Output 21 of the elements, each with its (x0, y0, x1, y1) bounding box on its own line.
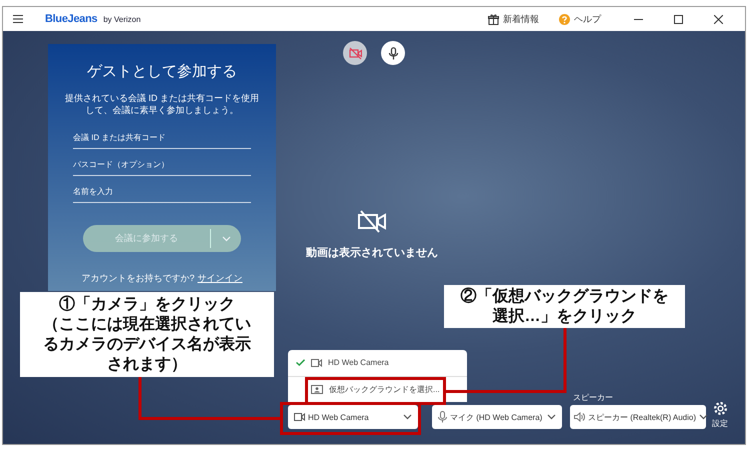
news-link[interactable]: 新着情報 (488, 12, 539, 26)
input-field[interactable]: パスコード（オプション） (73, 153, 251, 176)
sign-in-link[interactable]: サインイン (198, 272, 242, 286)
logo-tagline: by Verizon (103, 14, 141, 24)
camera-option[interactable]: HD Web Camera (288, 350, 467, 376)
microphone-select[interactable]: マイク (HD Web Camera) (432, 405, 562, 429)
input-field[interactable]: 会議 ID または共有コード (73, 126, 251, 150)
speaker-label: スピーカー (573, 392, 613, 403)
speaker-select[interactable]: スピーカー (Realtek(R) Audio) (570, 405, 706, 429)
help-link[interactable]: ヘルプ (559, 12, 601, 26)
panel-description: 提供されている会議 ID または共有コードを使用して、会議に素早く参加しましょう。 (64, 93, 260, 116)
callout-title: ①「カメラ」をクリック (59, 294, 235, 314)
panel-title: ゲストとして参加する (87, 62, 237, 81)
input-field[interactable]: 名前を入力 (73, 180, 251, 204)
app-logo: BlueJeans (45, 13, 98, 25)
callout-note: （ここには現在選択されているカメラのデバイス名が表示されます） (42, 314, 252, 374)
camera-select[interactable]: HD Web Camera (288, 405, 418, 429)
account-prompt: アカウントをお持ちですか? (81, 272, 194, 286)
video-status-text: 動画は表示されていません (306, 246, 438, 260)
callout-title: ②「仮想バックグラウンドを選択…」をクリック (460, 286, 670, 326)
settings-button[interactable]: 設定 (712, 401, 728, 429)
